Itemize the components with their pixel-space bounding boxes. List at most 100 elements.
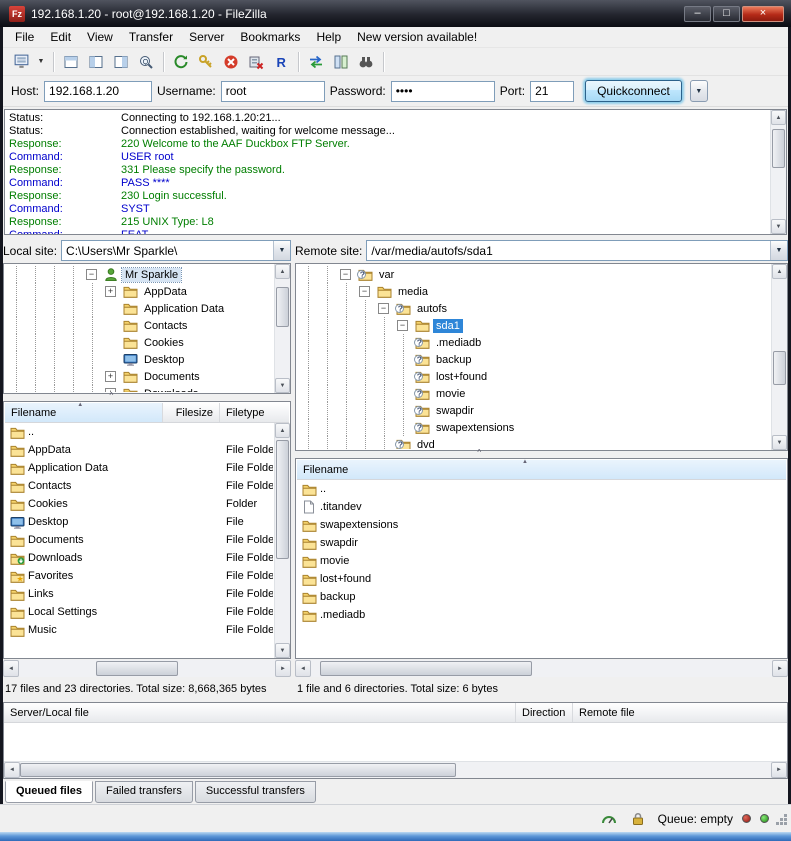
quickconnect-dropdown-button[interactable]: ▼: [690, 80, 708, 102]
tree-item-sda1[interactable]: −sda1: [299, 317, 770, 334]
tree-item-appdata[interactable]: +AppData: [7, 283, 273, 300]
tree-item-downloads[interactable]: +Downloads: [7, 385, 273, 392]
tree-item-var[interactable]: −?var: [299, 266, 770, 283]
tree-item-desktop[interactable]: Desktop: [7, 351, 273, 368]
column-header-filetype[interactable]: Filetype: [220, 403, 289, 422]
close-button[interactable]: ×: [742, 6, 784, 22]
scroll-up-icon[interactable]: ▲: [771, 110, 786, 125]
dropdown-arrow-icon[interactable]: ▼: [770, 241, 787, 260]
file-row-[interactable]: ..: [297, 480, 786, 498]
tree-item-media[interactable]: −media: [299, 283, 770, 300]
menu-item-help[interactable]: Help: [308, 27, 349, 47]
file-row-movie[interactable]: movie: [297, 552, 786, 570]
expand-icon[interactable]: +: [105, 286, 116, 297]
file-row-swapextensions[interactable]: swapextensions: [297, 516, 786, 534]
local-splitter[interactable]: ^: [3, 394, 291, 401]
scroll-thumb[interactable]: [320, 661, 532, 676]
menu-item-view[interactable]: View: [79, 27, 121, 47]
tree-item-documents[interactable]: +Documents: [7, 368, 273, 385]
tree-item-mediadb[interactable]: ?.mediadb: [299, 334, 770, 351]
collapse-icon[interactable]: −: [378, 303, 389, 314]
scroll-thumb[interactable]: [20, 763, 456, 777]
process-queue-button[interactable]: [194, 50, 218, 74]
file-row-music[interactable]: MusicFile Folder: [5, 621, 273, 639]
menu-item-edit[interactable]: Edit: [42, 27, 79, 47]
file-row-titandev[interactable]: .titandev: [297, 498, 786, 516]
scroll-down-icon[interactable]: ▼: [771, 219, 786, 234]
toggle-local-tree-button[interactable]: [84, 50, 108, 74]
remote-horizontal-scrollbar[interactable]: ◄ ►: [295, 660, 788, 677]
scroll-right-icon[interactable]: ►: [275, 660, 291, 677]
remote-tree-vertical-scrollbar[interactable]: ▲ ▼: [771, 264, 787, 450]
remote-site-combobox[interactable]: /var/media/autofs/sda1 ▼: [366, 240, 788, 261]
disconnect-button[interactable]: [244, 50, 268, 74]
log-vertical-scrollbar[interactable]: ▲ ▼: [770, 110, 786, 234]
scroll-track[interactable]: [20, 762, 771, 778]
maximize-button[interactable]: □: [713, 6, 740, 22]
tree-item-lost-found[interactable]: ?lost+found: [299, 368, 770, 385]
queue-horizontal-scrollbar[interactable]: ◄ ►: [4, 761, 787, 778]
scroll-down-icon[interactable]: ▼: [275, 643, 290, 658]
local-site-combobox[interactable]: C:\Users\Mr Sparkle\ ▼: [61, 240, 291, 261]
tree-item-mr-sparkle[interactable]: −Mr Sparkle: [7, 266, 273, 283]
tree-item-cookies[interactable]: Cookies: [7, 334, 273, 351]
scroll-left-icon[interactable]: ◄: [295, 660, 311, 677]
scroll-thumb[interactable]: [773, 351, 786, 385]
scroll-down-icon[interactable]: ▼: [772, 435, 787, 450]
tab-failed-transfers[interactable]: Failed transfers: [95, 781, 193, 803]
toggle-message-log-button[interactable]: [59, 50, 83, 74]
tree-item-dvd[interactable]: ?dvd: [299, 436, 770, 449]
column-header-filename[interactable]: Filename▲: [297, 460, 786, 479]
file-row-application-data[interactable]: Application DataFile Folder: [5, 459, 273, 477]
tree-item-swapdir[interactable]: ?swapdir: [299, 402, 770, 419]
file-row-favorites[interactable]: ★FavoritesFile Folder: [5, 567, 273, 585]
scroll-left-icon[interactable]: ◄: [3, 660, 19, 677]
port-input[interactable]: [530, 81, 574, 102]
scroll-up-icon[interactable]: ▲: [275, 423, 290, 438]
file-row-documents[interactable]: DocumentsFile Folder: [5, 531, 273, 549]
file-row-swapdir[interactable]: swapdir: [297, 534, 786, 552]
resize-grip[interactable]: [775, 813, 788, 829]
site-manager-button[interactable]: [9, 50, 33, 74]
column-header-server-local-file[interactable]: Server/Local file: [4, 703, 516, 722]
tree-item-application-data[interactable]: Application Data: [7, 300, 273, 317]
collapse-icon[interactable]: −: [86, 269, 97, 280]
column-header-filesize[interactable]: Filesize: [163, 403, 220, 422]
titlebar[interactable]: Fz 192.168.1.20 - root@192.168.1.20 - Fi…: [0, 0, 791, 27]
synchronized-browsing-button[interactable]: [304, 50, 328, 74]
menu-item-server[interactable]: Server: [181, 27, 232, 47]
scroll-left-icon[interactable]: ◄: [4, 762, 20, 778]
file-row-lost-found[interactable]: lost+found: [297, 570, 786, 588]
tab-successful-transfers[interactable]: Successful transfers: [195, 781, 316, 803]
username-input[interactable]: [221, 81, 325, 102]
scroll-track[interactable]: [311, 660, 772, 677]
scroll-track[interactable]: [19, 660, 275, 677]
column-header-filename[interactable]: Filename▲: [5, 403, 163, 422]
scroll-track[interactable]: [275, 438, 290, 643]
scroll-down-icon[interactable]: ▼: [275, 378, 290, 393]
find-files-button[interactable]: [354, 50, 378, 74]
dropdown-arrow-icon[interactable]: ▼: [273, 241, 290, 260]
password-input[interactable]: [391, 81, 495, 102]
file-row-appdata[interactable]: AppDataFile Folder: [5, 441, 273, 459]
reconnect-button[interactable]: R: [269, 50, 293, 74]
menu-item-new-version-available[interactable]: New version available!: [349, 27, 485, 47]
collapse-icon[interactable]: −: [359, 286, 370, 297]
tree-item-autofs[interactable]: −?autofs: [299, 300, 770, 317]
tree-item-swapextensions[interactable]: ?swapextensions: [299, 419, 770, 436]
scroll-right-icon[interactable]: ►: [772, 660, 788, 677]
local-tree-vertical-scrollbar[interactable]: ▲ ▼: [274, 264, 290, 393]
column-header-direction[interactable]: Direction: [516, 703, 573, 722]
speed-limits-icon[interactable]: [600, 812, 618, 826]
file-row-cookies[interactable]: CookiesFolder: [5, 495, 273, 513]
expand-icon[interactable]: +: [105, 371, 116, 382]
host-input[interactable]: [44, 81, 152, 102]
tree-item-movie[interactable]: ?movie: [299, 385, 770, 402]
collapse-icon[interactable]: −: [397, 320, 408, 331]
menu-item-file[interactable]: File: [7, 27, 42, 47]
scroll-thumb[interactable]: [772, 129, 785, 168]
scroll-thumb[interactable]: [96, 661, 178, 676]
collapse-icon[interactable]: −: [340, 269, 351, 280]
tree-item-backup[interactable]: ?backup: [299, 351, 770, 368]
scroll-thumb[interactable]: [276, 287, 289, 327]
